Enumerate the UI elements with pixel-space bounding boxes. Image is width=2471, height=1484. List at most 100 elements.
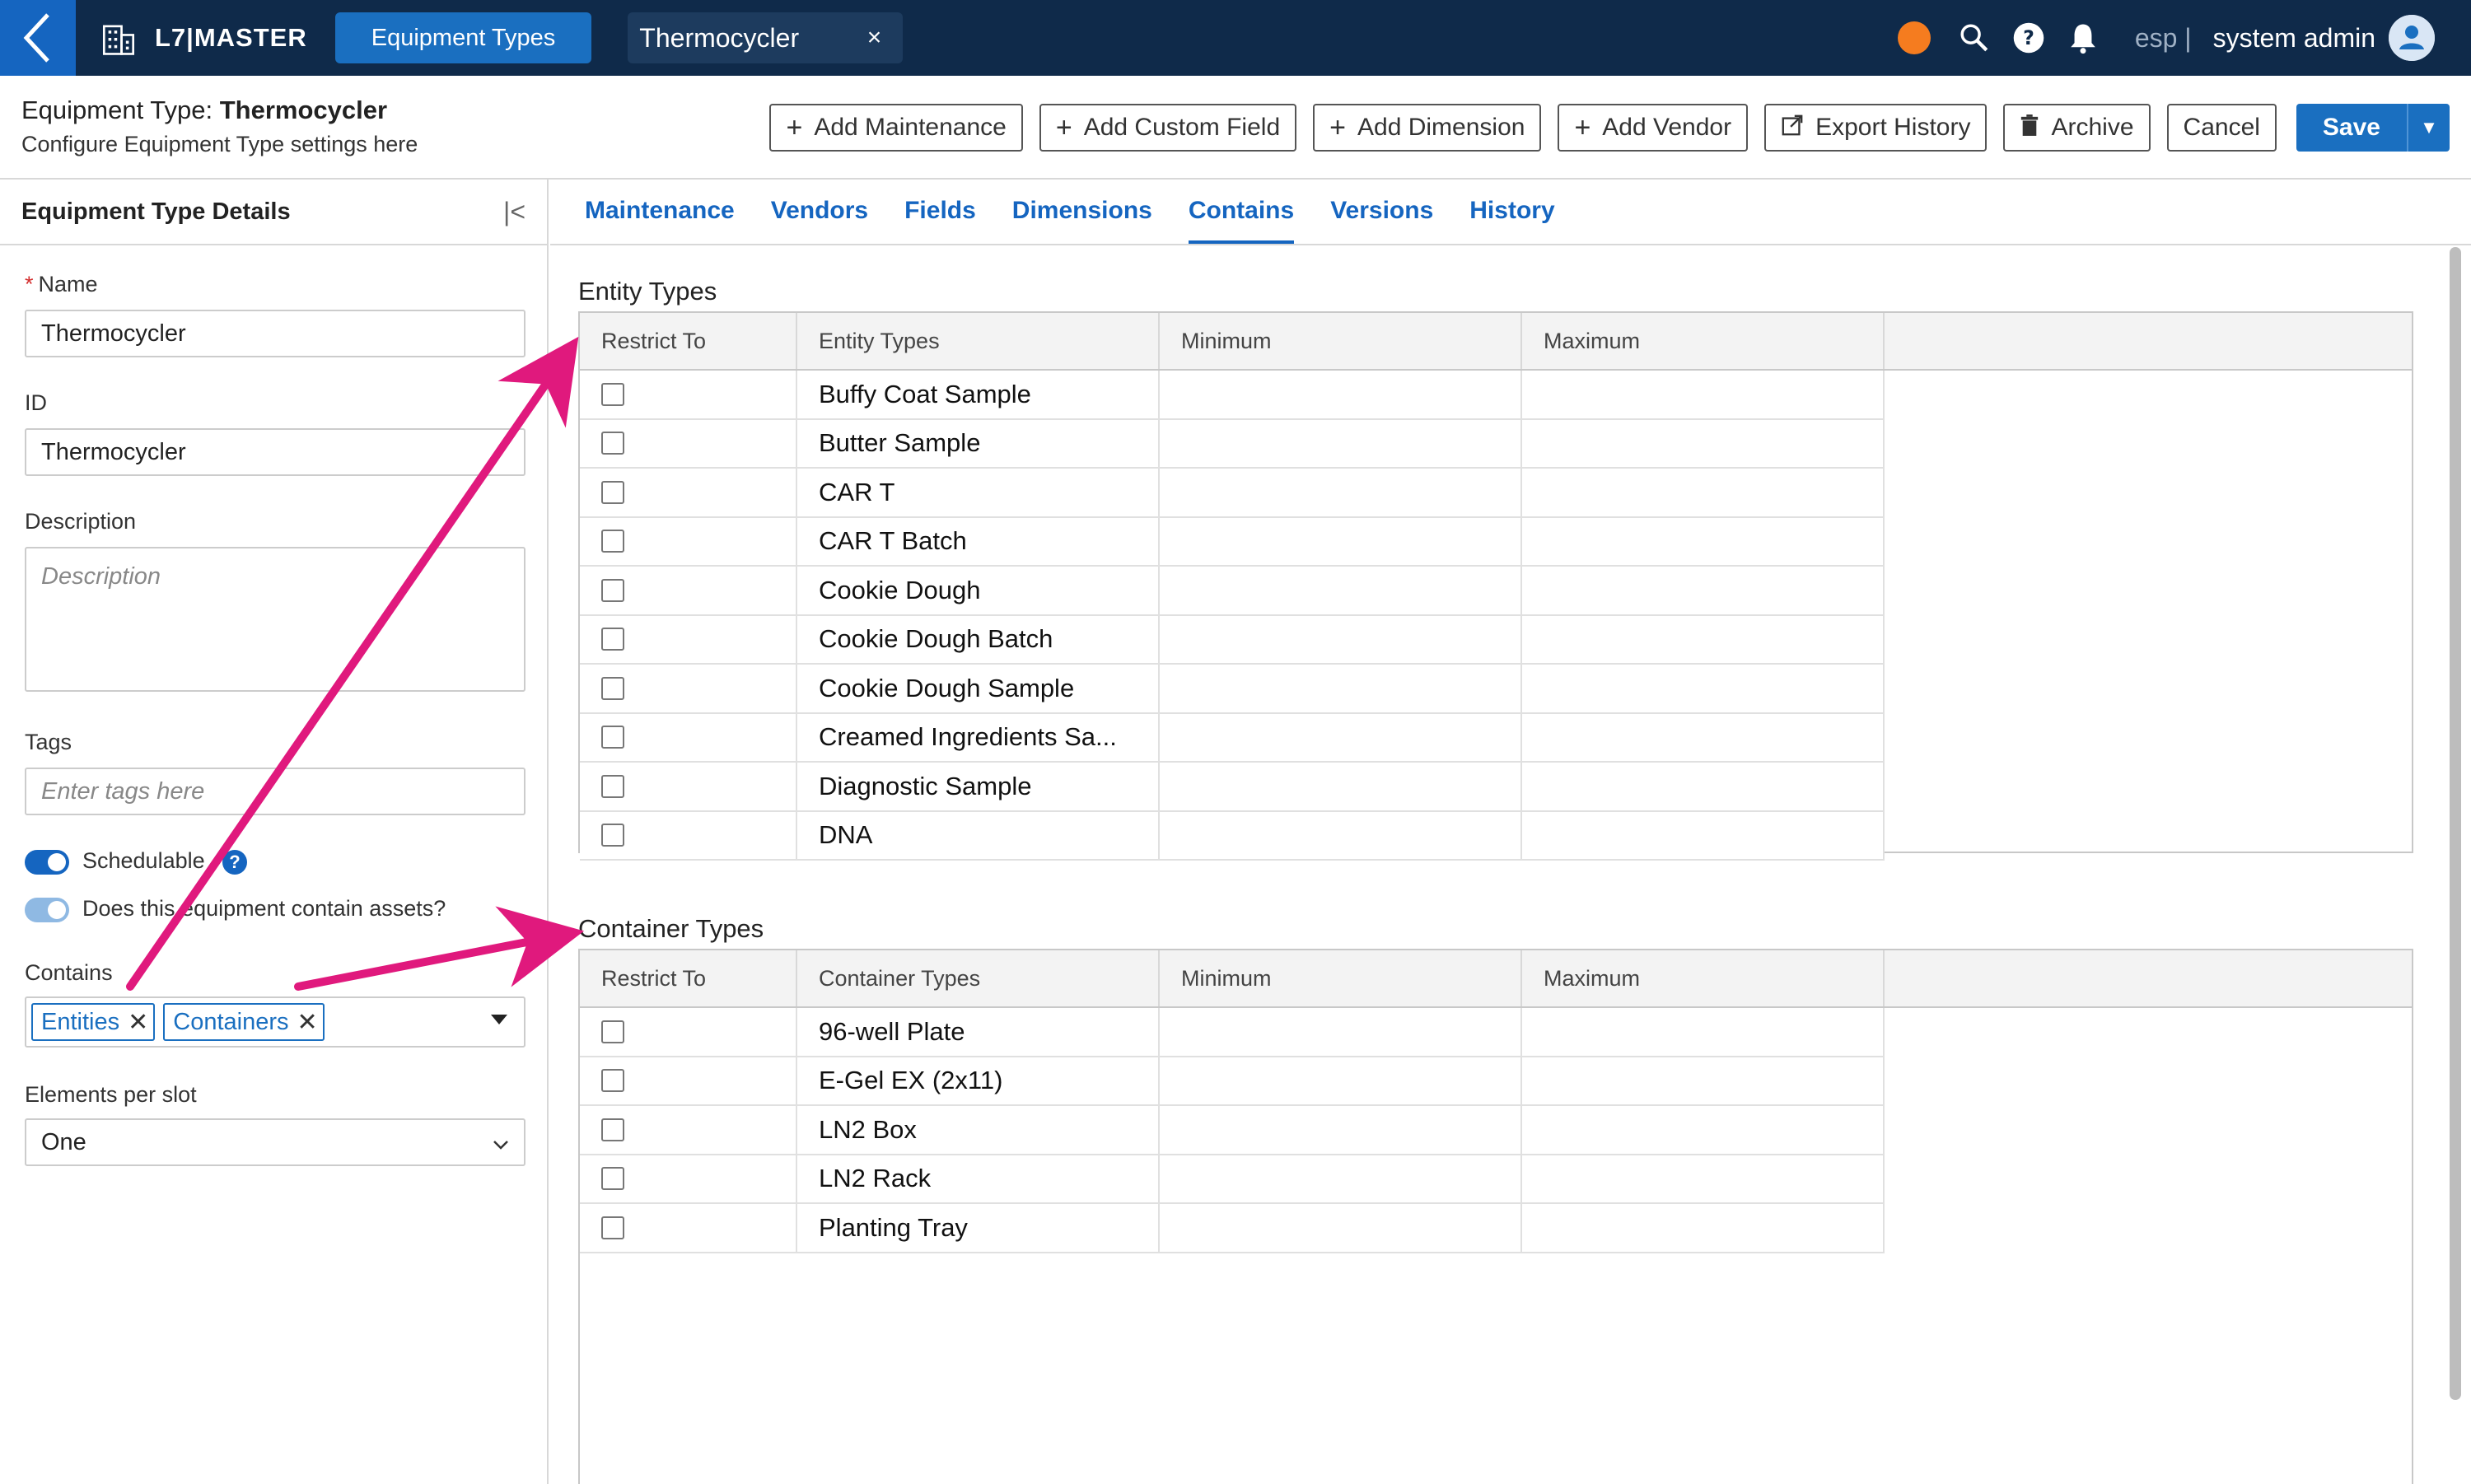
restrict-checkbox[interactable] [601,1069,624,1093]
tags-input[interactable]: Enter tags here [25,768,525,815]
restrict-checkbox[interactable] [601,530,624,553]
table-row[interactable]: Planting Tray [580,1204,1885,1253]
minimum-cell[interactable] [1160,763,1522,810]
user-name[interactable]: system admin [2213,23,2375,54]
column-header[interactable]: Container Types [797,950,1160,1006]
scrollbar-thumb[interactable] [2450,247,2461,1400]
table-row[interactable]: 96-well Plate [580,1008,1885,1057]
maximum-cell[interactable] [1522,665,1885,712]
description-field[interactable]: Description [25,547,525,692]
maximum-cell[interactable] [1522,811,1885,859]
restrict-checkbox[interactable] [601,1216,624,1239]
column-header[interactable]: Restrict To [580,313,797,369]
table-row[interactable]: Diagnostic Sample [580,763,1885,812]
user-avatar-icon[interactable] [2389,15,2435,61]
column-header[interactable]: Minimum [1160,950,1522,1006]
minimum-cell[interactable] [1160,811,1522,859]
tab-maintenance[interactable]: Maintenance [585,178,735,244]
restrict-checkbox[interactable] [601,1020,624,1043]
restrict-checkbox[interactable] [601,1167,624,1191]
add-maintenance-button[interactable]: + Add Maintenance [769,104,1023,152]
minimum-cell[interactable] [1160,1106,1522,1154]
save-dropdown-caret-icon[interactable]: ▼ [2408,104,2450,152]
restrict-checkbox[interactable] [601,676,624,700]
maximum-cell[interactable] [1522,1106,1885,1154]
maximum-cell[interactable] [1522,419,1885,467]
archive-button[interactable]: Archive [2003,104,2151,152]
table-row[interactable]: Butter Sample [580,419,1885,469]
restrict-checkbox[interactable] [601,726,624,749]
restrict-checkbox[interactable] [601,824,624,847]
column-header[interactable]: Minimum [1160,313,1522,369]
elements-per-slot-select[interactable]: One [25,1118,525,1166]
minimum-cell[interactable] [1160,1155,1522,1202]
column-header[interactable]: Maximum [1522,313,1885,369]
table-row[interactable]: CAR T [580,469,1885,518]
minimum-cell[interactable] [1160,419,1522,467]
remove-chip-icon[interactable]: ✕ [297,1008,318,1037]
help-icon[interactable]: ? [2010,19,2048,57]
minimum-cell[interactable] [1160,665,1522,712]
minimum-cell[interactable] [1160,517,1522,565]
table-row[interactable]: LN2 Rack [580,1155,1885,1204]
status-indicator[interactable] [1897,21,1931,54]
vertical-scrollbar[interactable] [2446,247,2464,1400]
maximum-cell[interactable] [1522,567,1885,614]
nav-tab-equipment-types[interactable]: Equipment Types [334,12,592,63]
bell-icon[interactable] [2064,19,2102,57]
column-header[interactable]: Entity Types [797,313,1160,369]
name-field[interactable]: Thermocycler [25,310,525,357]
table-row[interactable]: E-Gel EX (2x11) [580,1057,1885,1106]
minimum-cell[interactable] [1160,469,1522,516]
cancel-button[interactable]: Cancel [2166,104,2277,152]
tab-dimensions[interactable]: Dimensions [1012,178,1152,244]
back-button[interactable] [0,0,76,76]
minimum-cell[interactable] [1160,1008,1522,1056]
maximum-cell[interactable] [1522,1057,1885,1104]
maximum-cell[interactable] [1522,469,1885,516]
table-row[interactable]: LN2 Box [580,1106,1885,1155]
schedulable-toggle[interactable] [25,850,69,875]
minimum-cell[interactable] [1160,567,1522,614]
table-row[interactable]: DNA [580,811,1885,861]
restrict-checkbox[interactable] [601,432,624,455]
table-row[interactable]: Buffy Coat Sample [580,371,1885,420]
add-dimension-button[interactable]: + Add Dimension [1313,104,1542,152]
table-row[interactable]: Cookie Dough Batch [580,615,1885,665]
tab-fields[interactable]: Fields [904,178,976,244]
table-row[interactable]: Cookie Dough Sample [580,665,1885,714]
table-row[interactable]: Cookie Dough [580,567,1885,616]
restrict-checkbox[interactable] [601,480,624,504]
question-icon[interactable]: ? [222,850,247,875]
close-icon[interactable]: × [867,24,882,52]
restrict-checkbox[interactable] [601,578,624,602]
app-name[interactable]: L7|MASTER [155,23,307,53]
tab-versions[interactable]: Versions [1330,178,1433,244]
restrict-checkbox[interactable] [601,1118,624,1141]
maximum-cell[interactable] [1522,615,1885,663]
search-icon[interactable] [1955,19,1993,57]
column-header[interactable]: Maximum [1522,950,1885,1006]
save-button[interactable]: Save [2296,104,2408,152]
maximum-cell[interactable] [1522,1155,1885,1202]
add-custom-field-button[interactable]: + Add Custom Field [1039,104,1297,152]
add-vendor-button[interactable]: + Add Vendor [1558,104,1749,152]
minimum-cell[interactable] [1160,615,1522,663]
dropdown-caret-icon[interactable] [491,1015,507,1024]
maximum-cell[interactable] [1522,1008,1885,1056]
minimum-cell[interactable] [1160,1057,1522,1104]
restrict-checkbox[interactable] [601,774,624,798]
id-field[interactable]: Thermocycler [25,428,525,476]
collapse-panel-icon[interactable]: |< [503,197,525,227]
remove-chip-icon[interactable]: ✕ [128,1008,148,1037]
table-row[interactable]: Creamed Ingredients Sa... [580,713,1885,763]
contain-assets-toggle[interactable] [25,898,69,922]
minimum-cell[interactable] [1160,371,1522,418]
maximum-cell[interactable] [1522,713,1885,761]
contains-multiselect[interactable]: Entities ✕ Containers ✕ [25,996,525,1048]
column-header[interactable]: Restrict To [580,950,797,1006]
maximum-cell[interactable] [1522,763,1885,810]
table-row[interactable]: CAR T Batch [580,517,1885,567]
export-history-button[interactable]: Export History [1764,104,1988,152]
maximum-cell[interactable] [1522,1204,1885,1252]
